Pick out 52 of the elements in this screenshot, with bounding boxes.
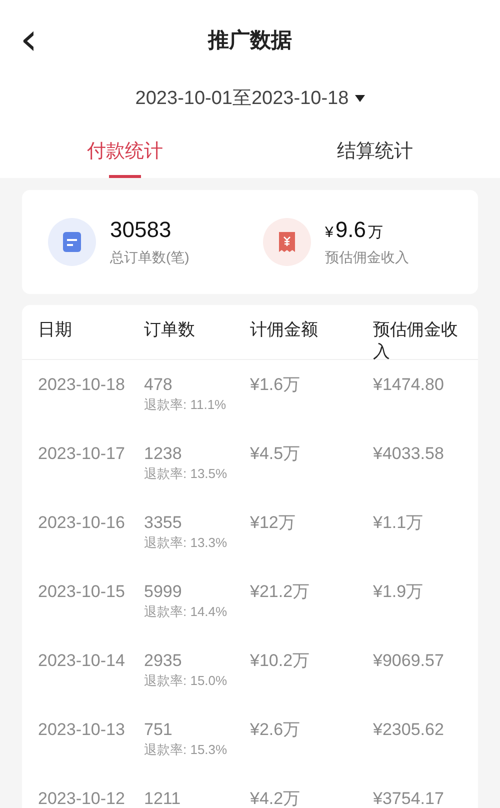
order-count-cell: 2935: [144, 650, 182, 672]
page-title: 推广数据: [208, 28, 292, 54]
income-value: 9.6: [335, 217, 366, 243]
column-header: 预估佣金收入: [373, 319, 459, 363]
income-cell-text: ¥1.1万: [373, 512, 424, 534]
amount-cell-text: ¥1.6万: [250, 374, 302, 396]
column-header: 订单数: [144, 319, 196, 341]
date-cell-text: 2023-10-16: [38, 512, 126, 534]
date-cell-text: 2023-10-15: [38, 581, 126, 603]
tab[interactable]: 结算统计: [280, 116, 470, 178]
order-count: 30583: [110, 217, 172, 243]
order-count-cell: 478: [144, 374, 172, 396]
income-cell-text: ¥9069.57: [373, 650, 445, 672]
date-cell-text: 2023-10-12: [38, 788, 126, 808]
receipt-icon: [263, 218, 311, 266]
caret-icon[interactable]: [354, 94, 365, 102]
summary-label: 总订单数(笔): [110, 249, 190, 267]
order-count-cell: 5999: [144, 581, 182, 603]
refund-rate: 退款率: 13.3%: [144, 534, 228, 552]
date-cell-text: 2023-10-17: [38, 443, 126, 465]
order-count-cell: 3355: [144, 512, 182, 534]
summary-label: 预估佣金收入: [325, 249, 409, 267]
date-cell-text: 2023-10-18: [38, 374, 126, 396]
refund-rate: 退款率: 14.4%: [144, 603, 228, 621]
currency-sign: ¥: [325, 224, 334, 241]
back-button[interactable]: ‹: [14, 20, 44, 60]
order-count-cell: 1211: [144, 788, 181, 808]
amount-cell-text: ¥4.2万: [250, 788, 302, 808]
unit-label: 万: [368, 223, 383, 242]
refund-rate: 退款率: 15.0%: [144, 672, 228, 690]
refund-rate: 退款率: 15.3%: [144, 741, 228, 759]
date-cell-text: 2023-10-14: [38, 650, 126, 672]
income-cell-text: ¥1474.80: [373, 374, 445, 396]
income-cell-text: ¥3754.17: [373, 788, 445, 808]
order-count-cell: 1238: [144, 443, 182, 465]
amount-cell-text: ¥12万: [250, 512, 296, 534]
amount-cell-text: ¥21.2万: [250, 581, 311, 603]
income-cell-text: ¥2305.62: [373, 719, 445, 741]
income-cell-text: ¥4033.58: [373, 443, 445, 465]
order-count-cell: 751: [144, 719, 172, 741]
tab[interactable]: 付款统计: [30, 116, 220, 178]
column-header: 日期: [38, 319, 73, 341]
refund-rate: 退款率: 13.5%: [144, 465, 228, 483]
date-range[interactable]: 2023-10-01至2023-10-18: [135, 85, 349, 111]
document-icon: [48, 218, 96, 266]
income-cell-text: ¥1.9万: [373, 581, 424, 603]
column-header: 计佣金额: [250, 319, 319, 341]
amount-cell-text: ¥2.6万: [250, 719, 302, 741]
amount-cell-text: ¥10.2万: [250, 650, 311, 672]
refund-rate: 退款率: 11.1%: [144, 396, 226, 414]
date-cell-text: 2023-10-13: [38, 719, 126, 741]
amount-cell-text: ¥4.5万: [250, 443, 302, 465]
